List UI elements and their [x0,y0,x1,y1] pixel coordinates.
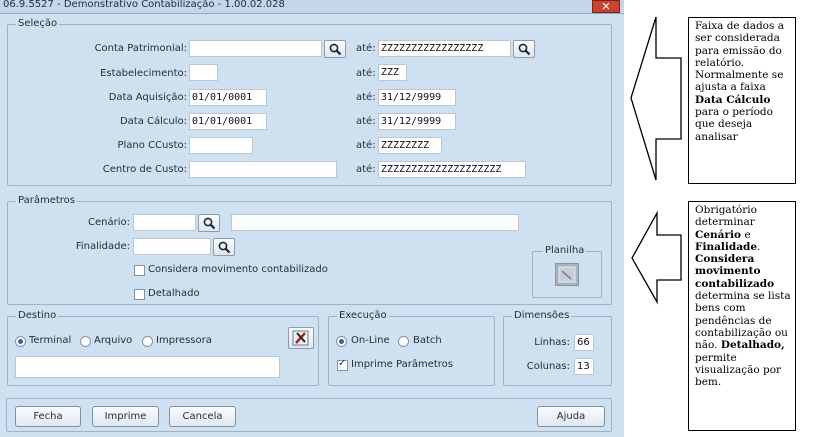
tools-icon [292,330,309,346]
colunas-label: Colunas: [526,361,570,372]
conta-patrimonial-to-zoom-button[interactable] [513,40,535,58]
title-bar[interactable]: 06.9.5527 - Demonstrativo Contabilização… [0,0,624,14]
dimensoes-group: Dimensões [503,310,612,386]
dimensoes-legend: Dimensões [512,310,572,321]
destino-impressora-radio[interactable] [142,336,153,347]
centro-custo-from-input[interactable] [189,161,337,178]
plano-ccusto-label: Plano CCusto: [117,140,188,151]
detalhado-checkbox[interactable] [134,289,145,300]
conta-patrimonial-to-input[interactable]: ZZZZZZZZZZZZZZZZZ [378,40,511,57]
window-title: 06.9.5527 - Demonstrativo Contabilização… [3,0,285,10]
note-bold-text: Detalhado, [720,339,785,352]
annotation-note-selecao: Faixa de dados a ser considerada para em… [688,17,796,184]
note-text: . [757,240,761,253]
finalidade-label: Finalidade: [75,241,130,252]
parametros-legend: Parâmetros [16,195,77,206]
finalidade-input[interactable] [133,238,211,255]
cenario-input[interactable] [133,214,196,231]
estabelecimento-label: Estabelecimento: [100,68,187,79]
magnifier-icon [329,43,342,56]
estabelecimento-to-input[interactable]: ZZZ [378,64,407,81]
destino-impressora-label: Impressora [156,335,212,346]
destino-terminal-radio[interactable] [15,336,26,347]
data-calculo-label: Data Cálculo: [119,116,187,127]
cenario-zoom-button[interactable] [198,214,220,232]
colunas-input[interactable]: 13 [574,358,594,375]
annotation-note-parametros: Obrigatório determinar Cenário e Finalid… [688,201,796,431]
note-text: para o período que deseja analisar [695,106,773,143]
execucao-group: Execução [328,310,495,386]
close-button[interactable]: ✕ [592,0,620,13]
imprime-button[interactable]: Imprime [92,406,159,427]
conta-patrimonial-from-zoom-button[interactable] [324,40,346,58]
destino-config-button[interactable] [288,327,314,349]
data-aquisicao-to-input[interactable]: 31/12/9999 [378,89,456,106]
conta-patrimonial-ate-label: até: [356,43,376,54]
destino-path-input[interactable] [15,356,280,378]
execucao-online-radio[interactable] [336,336,347,347]
conta-patrimonial-label: Conta Patrimonial: [94,43,187,54]
note-bold-text: Data Cálculo [695,93,771,106]
data-aquisicao-from-input[interactable]: 01/01/0001 [189,89,267,106]
cenario-label: Cenário: [88,217,130,228]
fecha-button[interactable]: Fecha [15,406,81,427]
linhas-label: Linhas: [534,337,570,348]
close-icon: ✕ [601,0,611,13]
imprime-parametros-label: Imprime Parâmetros [351,359,453,370]
note-bold-text: Finalidade [695,240,758,253]
plano-ccusto-from-input[interactable] [189,137,253,154]
detalhado-label: Detalhado [148,288,200,299]
ajuda-button[interactable]: Ajuda [537,406,605,427]
centro-custo-ate-label: até: [356,164,376,175]
destino-arquivo-label: Arquivo [94,335,133,346]
execucao-online-label: On-Line [351,335,390,346]
data-aquisicao-ate-label: até: [356,92,376,103]
cancela-button[interactable]: Cancela [169,406,236,427]
linhas-input[interactable]: 66 [574,334,594,351]
estabelecimento-ate-label: até: [356,68,376,79]
planilha-button[interactable] [555,263,579,286]
note-bold-text: Cenário [695,228,741,241]
data-calculo-ate-label: até: [356,116,376,127]
considera-movimento-checkbox[interactable] [134,265,145,276]
planilha-legend: Planilha [543,245,587,256]
execucao-legend: Execução [337,310,389,321]
note-text: Faixa de dados a ser considerada para em… [695,20,784,94]
magnifier-icon [518,43,531,56]
plano-ccusto-ate-label: até: [356,140,376,151]
destino-terminal-label: Terminal [29,335,72,346]
note-text: permite visualização por bem. [695,351,782,389]
note-text: Obrigatório determinar [695,204,757,229]
destino-legend: Destino [16,310,59,321]
considera-movimento-label: Considera movimento contabilizado [148,264,328,275]
spreadsheet-icon [558,266,576,283]
destino-arquivo-radio[interactable] [80,336,91,347]
centro-custo-label: Centro de Custo: [102,164,187,175]
conta-patrimonial-from-input[interactable] [189,40,322,57]
finalidade-zoom-button[interactable] [213,238,235,256]
data-calculo-from-input[interactable]: 01/01/0001 [189,113,267,130]
arrow-left-icon [630,16,682,181]
estabelecimento-from-input[interactable] [189,64,218,81]
selecao-legend: Seleção [16,18,60,29]
magnifier-icon [203,217,216,230]
magnifier-icon [218,241,231,254]
note-text: e [741,228,751,241]
centro-custo-to-input[interactable]: ZZZZZZZZZZZZZZZZZZZZ [378,161,526,178]
annotation-arrows [630,16,682,305]
cenario-description-field [231,214,519,231]
imprime-parametros-checkbox[interactable] [337,358,348,371]
data-aquisicao-label: Data Aquisição: [108,92,187,103]
plano-ccusto-to-input[interactable]: ZZZZZZZZ [378,137,442,154]
execucao-batch-label: Batch [413,335,442,346]
note-bold-text: Considera movimento contabilizado [695,253,775,290]
dialog-window: 06.9.5527 - Demonstrativo Contabilização… [0,0,624,437]
arrow-left-icon [631,210,682,305]
execucao-batch-radio[interactable] [398,336,409,347]
data-calculo-to-input[interactable]: 31/12/9999 [378,113,456,130]
